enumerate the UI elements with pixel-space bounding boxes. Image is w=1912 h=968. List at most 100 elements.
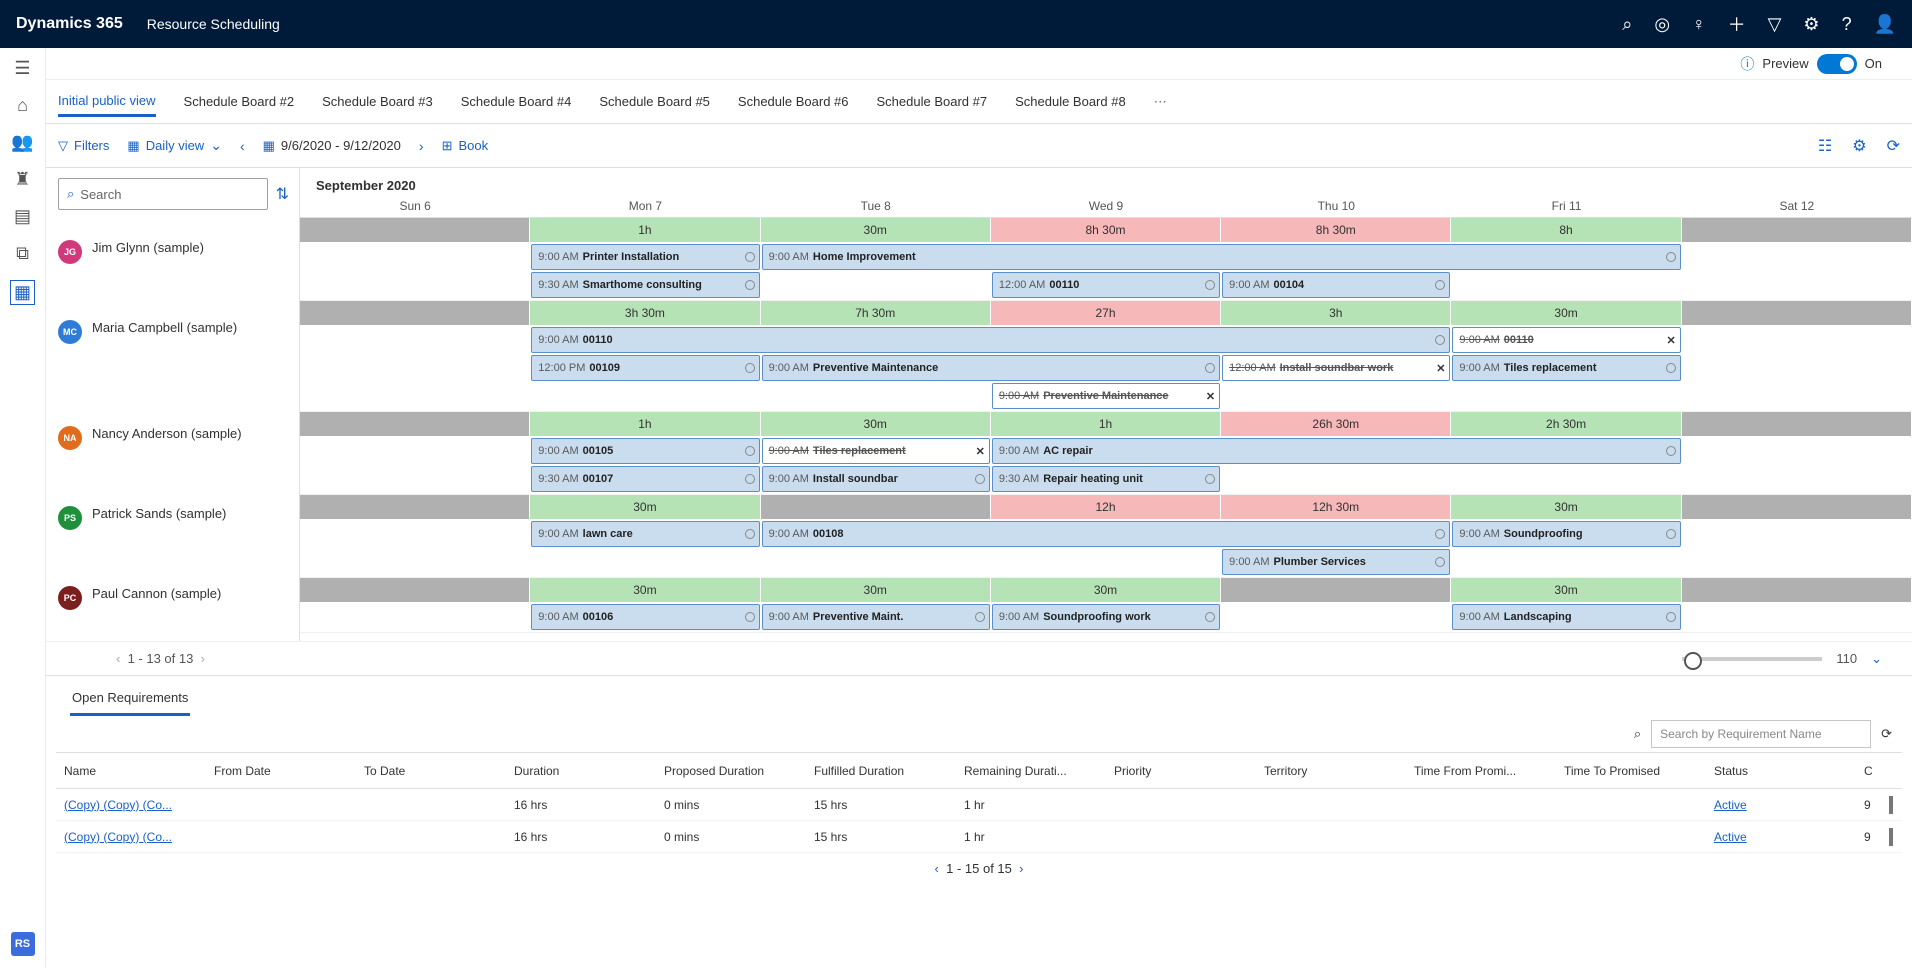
- column-header[interactable]: Time To Promised: [1556, 764, 1706, 778]
- bookmark-icon[interactable]: ▤: [14, 206, 31, 227]
- daily-view-button[interactable]: ▦Daily view⌄: [127, 137, 222, 154]
- gear-icon[interactable]: ⚙: [1803, 14, 1819, 35]
- column-header[interactable]: Created On: [1856, 764, 1872, 778]
- target-icon[interactable]: ◎: [1654, 14, 1670, 35]
- next-page-button[interactable]: ›: [201, 651, 205, 666]
- tab-overflow[interactable]: ⋯: [1154, 94, 1167, 110]
- home-icon[interactable]: ⌂: [17, 95, 28, 116]
- status-icon: [1666, 446, 1676, 456]
- tab-2[interactable]: Schedule Board #2: [184, 88, 295, 115]
- hamburger-icon[interactable]: ☰: [14, 58, 30, 79]
- booking[interactable]: 9:00 AM AC repair: [992, 438, 1681, 464]
- tab-3[interactable]: Schedule Board #3: [322, 88, 433, 115]
- booking[interactable]: 9:00 AM Plumber Services: [1222, 549, 1450, 575]
- booking[interactable]: 9:30 AM Smarthome consulting: [531, 272, 759, 298]
- column-header[interactable]: From Date: [206, 764, 356, 778]
- list-view-icon[interactable]: ☷: [1818, 136, 1832, 156]
- booking[interactable]: 9:00 AM 00108: [762, 521, 1451, 547]
- date-range-button[interactable]: ▦9/6/2020 - 9/12/2020: [263, 138, 401, 154]
- req-next-page[interactable]: ›: [1019, 861, 1023, 876]
- column-header[interactable]: Fulfilled Duration: [806, 764, 956, 778]
- column-header[interactable]: Remaining Durati...: [956, 764, 1106, 778]
- filter-icon[interactable]: ▽: [1768, 14, 1782, 35]
- resource-item[interactable]: PCPaul Cannon (sample): [58, 580, 289, 632]
- booking[interactable]: 9:00 AM Tiles replacement: [1452, 355, 1680, 381]
- open-requirements-tab[interactable]: Open Requirements: [70, 686, 190, 716]
- resource-item[interactable]: MCMaria Campbell (sample): [58, 314, 289, 420]
- booking[interactable]: 12:00 AM Install soundbar work✕: [1222, 355, 1450, 381]
- booking[interactable]: 9:00 AM Tiles replacement✕: [762, 438, 990, 464]
- column-header[interactable]: Territory: [1256, 764, 1406, 778]
- booking[interactable]: 9:00 AM Soundproofing work: [992, 604, 1220, 630]
- booking[interactable]: 9:00 AM Home Improvement: [762, 244, 1681, 270]
- board-tabs: Initial public view Schedule Board #2 Sc…: [46, 80, 1912, 124]
- booking[interactable]: 12:00 PM 00109: [531, 355, 759, 381]
- booking[interactable]: 9:30 AM Repair heating unit: [992, 466, 1220, 492]
- tab-5[interactable]: Schedule Board #5: [599, 88, 710, 115]
- booking[interactable]: 9:00 AM Landscaping: [1452, 604, 1680, 630]
- org-icon[interactable]: ♜: [14, 169, 30, 190]
- refresh-icon[interactable]: ⟳: [1887, 136, 1900, 156]
- column-header[interactable]: Name: [56, 764, 206, 778]
- booking[interactable]: 9:30 AM 00107: [531, 466, 759, 492]
- app-badge[interactable]: RS: [11, 932, 35, 956]
- board-settings-icon[interactable]: ⚙: [1852, 136, 1866, 156]
- plus-icon[interactable]: ＋: [1728, 11, 1746, 37]
- column-header[interactable]: Proposed Duration: [656, 764, 806, 778]
- list-icon[interactable]: ⧉: [16, 243, 29, 264]
- search-icon[interactable]: ⌕: [1622, 14, 1632, 35]
- booking[interactable]: 9:00 AM 00110✕: [1452, 327, 1680, 353]
- column-header[interactable]: Duration: [506, 764, 656, 778]
- preview-label: Preview: [1762, 56, 1808, 71]
- info-icon[interactable]: ⓘ: [1740, 54, 1754, 74]
- chevron-down-icon[interactable]: ⌄: [1871, 651, 1882, 667]
- resource-item[interactable]: PSPatrick Sands (sample): [58, 500, 289, 580]
- tab-6[interactable]: Schedule Board #6: [738, 88, 849, 115]
- resource-item[interactable]: JGJim Glynn (sample): [58, 234, 289, 314]
- booking[interactable]: 9:00 AM 00110: [531, 327, 1450, 353]
- calendar-icon[interactable]: ▦: [10, 280, 35, 305]
- lightbulb-icon[interactable]: ♀: [1692, 14, 1706, 35]
- booking[interactable]: 9:00 AM lawn care: [531, 521, 759, 547]
- booking[interactable]: 12:00 AM 00110: [992, 272, 1220, 298]
- user-icon[interactable]: 👤: [1874, 14, 1896, 35]
- status-icon: [745, 446, 755, 456]
- column-header[interactable]: Status: [1706, 764, 1856, 778]
- resource-search-input[interactable]: ⌕ Search: [58, 178, 268, 210]
- filters-button[interactable]: ▽Filters: [58, 138, 109, 154]
- booking[interactable]: 9:00 AM Preventive Maintenance✕: [992, 383, 1220, 409]
- booking[interactable]: 9:00 AM 00105: [531, 438, 759, 464]
- next-range-button[interactable]: ›: [419, 138, 424, 154]
- preview-toggle[interactable]: [1817, 54, 1857, 74]
- sort-icon[interactable]: ⇅: [276, 184, 289, 204]
- tab-7[interactable]: Schedule Board #7: [877, 88, 988, 115]
- requirement-row[interactable]: (Copy) (Copy) (Co...16 hrs0 mins15 hrs1 …: [56, 789, 1902, 821]
- tab-4[interactable]: Schedule Board #4: [461, 88, 572, 115]
- column-header[interactable]: Time From Promi...: [1406, 764, 1556, 778]
- requirement-search-input[interactable]: Search by Requirement Name: [1651, 720, 1871, 748]
- book-button[interactable]: ⊞Book: [442, 138, 489, 154]
- booking[interactable]: 9:00 AM Install soundbar: [762, 466, 990, 492]
- prev-page-button[interactable]: ‹: [116, 651, 120, 666]
- booking[interactable]: 9:00 AM Printer Installation: [531, 244, 759, 270]
- booking[interactable]: 9:00 AM 00106: [531, 604, 759, 630]
- tab-8[interactable]: Schedule Board #8: [1015, 88, 1126, 115]
- requirement-row[interactable]: (Copy) (Copy) (Co...16 hrs0 mins15 hrs1 …: [56, 821, 1902, 853]
- booking[interactable]: 9:00 AM Preventive Maint.: [762, 604, 990, 630]
- zoom-slider[interactable]: [1682, 657, 1822, 661]
- column-header[interactable]: Priority: [1106, 764, 1256, 778]
- req-prev-page[interactable]: ‹: [935, 861, 939, 876]
- booking[interactable]: 9:00 AM Preventive Maintenance: [762, 355, 1221, 381]
- resource-item[interactable]: NANancy Anderson (sample): [58, 420, 289, 500]
- help-icon[interactable]: ?: [1842, 14, 1852, 35]
- refresh-icon[interactable]: ⟳: [1881, 726, 1892, 742]
- people-icon[interactable]: 👥: [11, 132, 33, 153]
- booking[interactable]: 9:00 AM 00104: [1222, 272, 1450, 298]
- prev-range-button[interactable]: ‹: [240, 138, 245, 154]
- search-icon[interactable]: ⌕: [1634, 726, 1641, 742]
- column-header[interactable]: To Date: [356, 764, 506, 778]
- booking[interactable]: 9:00 AM Soundproofing: [1452, 521, 1680, 547]
- avatar: PS: [58, 506, 82, 530]
- resource-name: Jim Glynn (sample): [92, 240, 204, 255]
- tab-initial[interactable]: Initial public view: [58, 87, 156, 117]
